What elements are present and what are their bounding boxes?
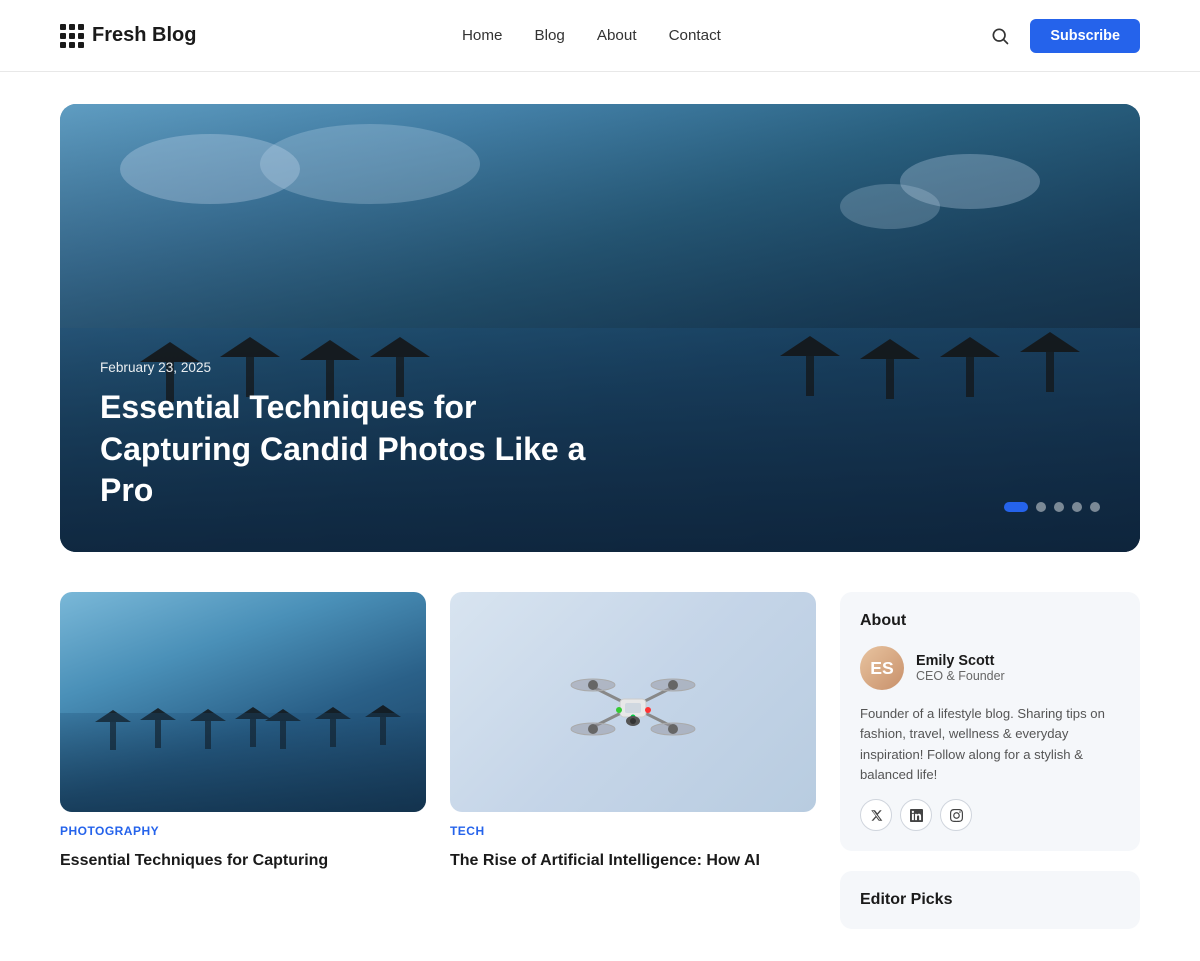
hero-dot-2[interactable] <box>1036 502 1046 512</box>
umbrella-left-1 <box>140 342 200 362</box>
nav-actions: Subscribe <box>986 19 1140 53</box>
nav-about[interactable]: About <box>597 27 637 44</box>
x-twitter-icon <box>870 809 883 822</box>
mini-umbrella-6 <box>315 707 351 719</box>
mini-umbrella-1 <box>95 710 131 722</box>
cloud-4 <box>840 184 940 229</box>
twitter-button[interactable] <box>860 799 892 831</box>
article-image-1 <box>60 592 426 812</box>
article-title-2: The Rise of Artificial Intelligence: How… <box>450 850 816 872</box>
cloud-2 <box>260 124 480 204</box>
hero-dot-4[interactable] <box>1072 502 1082 512</box>
author-bio: Founder of a lifestyle blog. Sharing tip… <box>860 704 1120 785</box>
hero-content: February 23, 2025 Essential Techniques f… <box>100 360 1100 512</box>
hero-dots <box>1004 502 1100 512</box>
about-widget: About ES Emily Scott CEO & Founder Found… <box>840 592 1140 851</box>
content-grid: Photography Essential Techniques for Cap… <box>60 592 1140 929</box>
social-links <box>860 799 1120 831</box>
search-button[interactable] <box>986 22 1014 50</box>
author-avatar: ES <box>860 646 904 690</box>
umbrella-right-2 <box>940 337 1000 357</box>
hero-slider: February 23, 2025 Essential Techniques f… <box>60 104 1140 552</box>
article-category-1: Photography <box>60 824 426 838</box>
author-name: Emily Scott <box>916 653 1005 669</box>
linkedin-button[interactable] <box>900 799 932 831</box>
hero-date: February 23, 2025 <box>100 360 1100 375</box>
author-role: CEO & Founder <box>916 669 1005 683</box>
linkedin-icon <box>910 809 923 822</box>
about-widget-title: About <box>860 612 1120 630</box>
umbrella-left-4 <box>370 337 430 357</box>
article-card-2: Tech The Rise of Artificial Intelligence… <box>450 592 816 872</box>
instagram-icon <box>950 809 963 822</box>
umbrella-right-1 <box>1020 332 1080 352</box>
article-title-1: Essential Techniques for Capturing <box>60 850 426 872</box>
editor-picks-title: Editor Picks <box>860 891 1120 909</box>
nav-home[interactable]: Home <box>462 27 503 44</box>
mini-umbrella-5 <box>365 705 401 717</box>
hero-dot-5[interactable] <box>1090 502 1100 512</box>
site-header: Fresh Blog Home Blog About Contact Subsc… <box>0 0 1200 72</box>
drone-image <box>450 592 816 812</box>
drone-svg <box>563 657 703 747</box>
umbrella-left-2 <box>220 337 280 357</box>
hero-dot-1[interactable] <box>1004 502 1028 512</box>
subscribe-button[interactable]: Subscribe <box>1030 19 1140 53</box>
mini-umbrella-2 <box>140 708 176 720</box>
author-initials: ES <box>870 658 893 679</box>
author-info: Emily Scott CEO & Founder <box>916 653 1005 683</box>
article-card-1: Photography Essential Techniques for Cap… <box>60 592 426 872</box>
article-category-2: Tech <box>450 824 816 838</box>
site-logo[interactable]: Fresh Blog <box>60 24 196 48</box>
site-name: Fresh Blog <box>92 24 196 47</box>
hero-title: Essential Techniques for Capturing Candi… <box>100 387 620 512</box>
nav-blog[interactable]: Blog <box>534 27 564 44</box>
umbrella-right-3 <box>860 339 920 359</box>
editor-picks-widget: Editor Picks <box>840 871 1140 929</box>
umbrella-left-3 <box>300 340 360 360</box>
umbrella-right-4 <box>780 336 840 356</box>
main-content: February 23, 2025 Essential Techniques f… <box>0 72 1200 961</box>
mini-umbrella-3 <box>190 709 226 721</box>
nav-contact[interactable]: Contact <box>669 27 721 44</box>
instagram-button[interactable] <box>940 799 972 831</box>
mini-umbrella-7 <box>265 709 301 721</box>
hero-dot-3[interactable] <box>1054 502 1064 512</box>
article-image-2 <box>450 592 816 812</box>
sidebar: About ES Emily Scott CEO & Founder Found… <box>840 592 1140 929</box>
logo-grid-icon <box>60 24 82 48</box>
pool-image <box>60 592 426 812</box>
about-author: ES Emily Scott CEO & Founder <box>860 646 1120 690</box>
search-icon <box>990 26 1010 46</box>
main-nav: Home Blog About Contact <box>462 27 721 44</box>
